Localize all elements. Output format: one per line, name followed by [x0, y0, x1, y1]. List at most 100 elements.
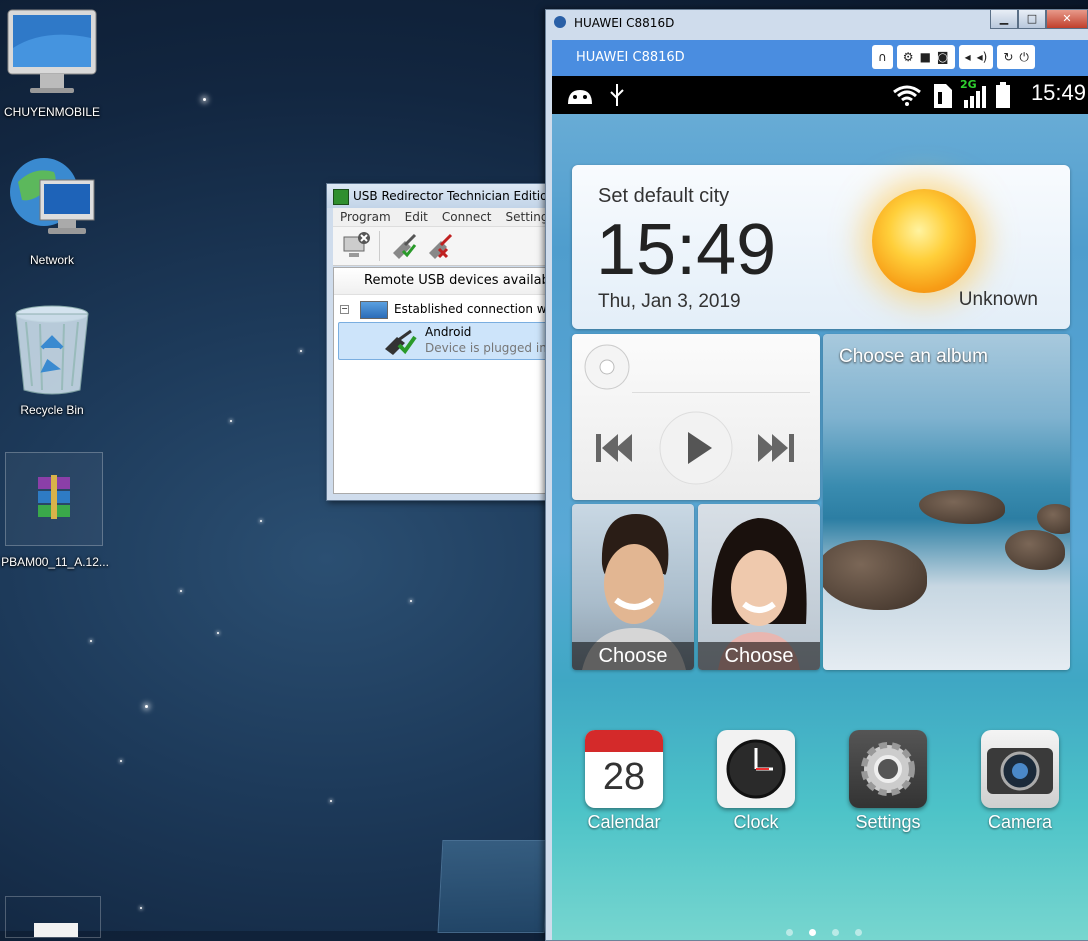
app-label: Clock — [733, 812, 779, 832]
app-label: Camera — [987, 812, 1053, 832]
usb-tree-header: Remote USB devices availab — [334, 268, 556, 295]
usb-window-titlebar[interactable]: USB Redirector Technician Edition - — [327, 184, 557, 208]
desktop-icon-archive-file[interactable]: PBAM00_11_A.12... — [1, 452, 109, 569]
contact-widget-2[interactable]: Choose — [698, 504, 820, 670]
volume-up-icon[interactable]: ◂) — [977, 45, 988, 69]
usb-device-connected-icon — [385, 329, 417, 355]
app-calendar[interactable]: 28 Calendar — [574, 730, 674, 833]
star — [217, 632, 219, 634]
menu-program[interactable]: Program — [333, 208, 398, 226]
rock-shape — [823, 540, 927, 610]
rock-shape — [1037, 504, 1070, 534]
computer-icon — [360, 301, 388, 319]
battery-icon — [996, 82, 1010, 108]
signal-strength-icon — [964, 86, 986, 108]
star — [145, 705, 148, 708]
usb-device-tree: Remote USB devices availab − Established… — [333, 267, 557, 494]
star — [120, 760, 122, 762]
phone-window-titlebar[interactable]: HUAWEI C8816D ▁ □ ✕ — [546, 10, 1088, 36]
menu-connect[interactable]: Connect — [435, 208, 499, 226]
app-settings[interactable]: Settings — [838, 730, 938, 833]
desktop-icon-label: PBAM00_11_A.12... — [1, 555, 109, 569]
video-icon[interactable]: ■ — [920, 45, 931, 69]
winrar-archive-icon — [38, 475, 70, 519]
page-dot[interactable] — [786, 929, 793, 936]
app-clock[interactable]: Clock — [706, 730, 806, 833]
next-track-icon[interactable] — [756, 430, 796, 466]
volume-down-icon[interactable]: ◂ — [965, 45, 971, 69]
page-dot[interactable] — [855, 929, 862, 936]
connection-label: Established connection with — [394, 302, 557, 316]
rock-shape — [1005, 530, 1065, 570]
menu-settings[interactable]: Settings — [499, 208, 551, 226]
usb-app-icon — [333, 189, 349, 205]
star — [90, 640, 92, 642]
usb-connection-node[interactable]: − Established connection with — [334, 295, 556, 323]
desktop-icon-network[interactable]: Network — [4, 152, 100, 267]
star — [300, 350, 302, 352]
device-header-title: HUAWEI C8816D — [576, 50, 685, 65]
weather-date: Thu, Jan 3, 2019 — [598, 291, 741, 312]
disconnect-server-button[interactable] — [341, 231, 371, 261]
tools-button-group[interactable]: ⚙ ■ ◙ — [896, 45, 955, 69]
gear-icon[interactable]: ⚙ — [903, 45, 914, 69]
menu-edit[interactable]: Edit — [398, 208, 435, 226]
usb-window-title: USB Redirector Technician Edition - — [353, 189, 557, 203]
camera-app-icon — [981, 730, 1059, 808]
desktop-icon-computer[interactable]: CHUYENMOBILE — [4, 8, 100, 119]
maximize-icon[interactable]: □ — [1018, 10, 1046, 29]
music-player-widget[interactable] — [572, 334, 820, 500]
window-controls: ▁ □ ✕ — [990, 10, 1088, 29]
clock-icon — [717, 730, 795, 808]
page-dot[interactable] — [832, 929, 839, 936]
calendar-date-badge: 28 — [602, 756, 646, 798]
usb-redirector-window[interactable]: USB Redirector Technician Edition - Prog… — [326, 183, 558, 501]
photo-album-widget[interactable]: Choose an album — [823, 334, 1070, 670]
network-globe-icon — [10, 158, 95, 234]
star — [410, 600, 412, 602]
desktop-icon-partial[interactable] — [5, 896, 101, 938]
camera-icon[interactable]: ◙ — [937, 45, 949, 69]
power-icon[interactable]: ⏻ — [1019, 45, 1029, 69]
usb-toolbar — [333, 227, 551, 266]
connect-device-button[interactable] — [389, 231, 419, 261]
phone-screen[interactable]: 2G 15:49 Set default city 15:49 Thu, Jan… — [552, 76, 1088, 940]
cd-disc-icon — [584, 344, 630, 390]
phone-mirror-window[interactable]: HUAWEI C8816D ▁ □ ✕ HUAWEI C8816D ∩ ⚙ ■ … — [545, 9, 1088, 941]
home-page-indicator — [552, 929, 1088, 936]
minimize-icon[interactable]: ▁ — [990, 10, 1018, 29]
disconnect-device-button[interactable] — [425, 231, 455, 261]
calendar-header-strip — [585, 730, 663, 752]
desktop-icon-recycle-bin[interactable]: Recycle Bin — [4, 302, 100, 417]
phone-window-title: HUAWEI C8816D — [574, 16, 675, 30]
headset-icon[interactable]: ∩ — [872, 45, 893, 69]
collapse-toggle-icon[interactable]: − — [340, 305, 349, 314]
phone-header-bar: HUAWEI C8816D ∩ ⚙ ■ ◙ ◂ ◂) ↻ ⏻ — [552, 40, 1088, 76]
device-name: Android — [425, 325, 472, 339]
usb-plug-connect-icon — [393, 233, 417, 259]
power-button-group[interactable]: ↻ ⏻ — [997, 45, 1035, 69]
recycle-bin-icon — [15, 305, 89, 395]
android-debug-icon — [568, 90, 592, 104]
device-status: Device is plugged into — [425, 341, 557, 355]
weather-city[interactable]: Set default city — [598, 185, 729, 208]
toolbar-separator — [379, 231, 380, 261]
previous-track-icon[interactable] — [594, 430, 634, 466]
weather-widget[interactable]: Set default city 15:49 Thu, Jan 3, 2019 … — [572, 165, 1070, 329]
calendar-icon: 28 — [585, 730, 663, 808]
app-camera[interactable]: Camera — [970, 730, 1070, 833]
usb-plug-disconnect-icon — [429, 233, 453, 259]
usb-device-item-android[interactable]: Android Device is plugged into — [338, 322, 557, 360]
desktop-icon-label: CHUYENMOBILE — [4, 105, 101, 119]
star — [180, 590, 182, 592]
contact-widget-1[interactable]: Choose — [572, 504, 694, 670]
contact-choose-label: Choose — [698, 642, 820, 670]
close-icon[interactable]: ✕ — [1046, 10, 1088, 29]
star — [203, 98, 206, 101]
page-dot-active[interactable] — [809, 929, 816, 936]
rotate-icon[interactable]: ↻ — [1003, 45, 1013, 69]
volume-button-group[interactable]: ◂ ◂) — [958, 45, 994, 69]
star — [230, 420, 232, 422]
play-icon[interactable] — [658, 410, 734, 486]
imac-computer-icon — [7, 9, 97, 93]
